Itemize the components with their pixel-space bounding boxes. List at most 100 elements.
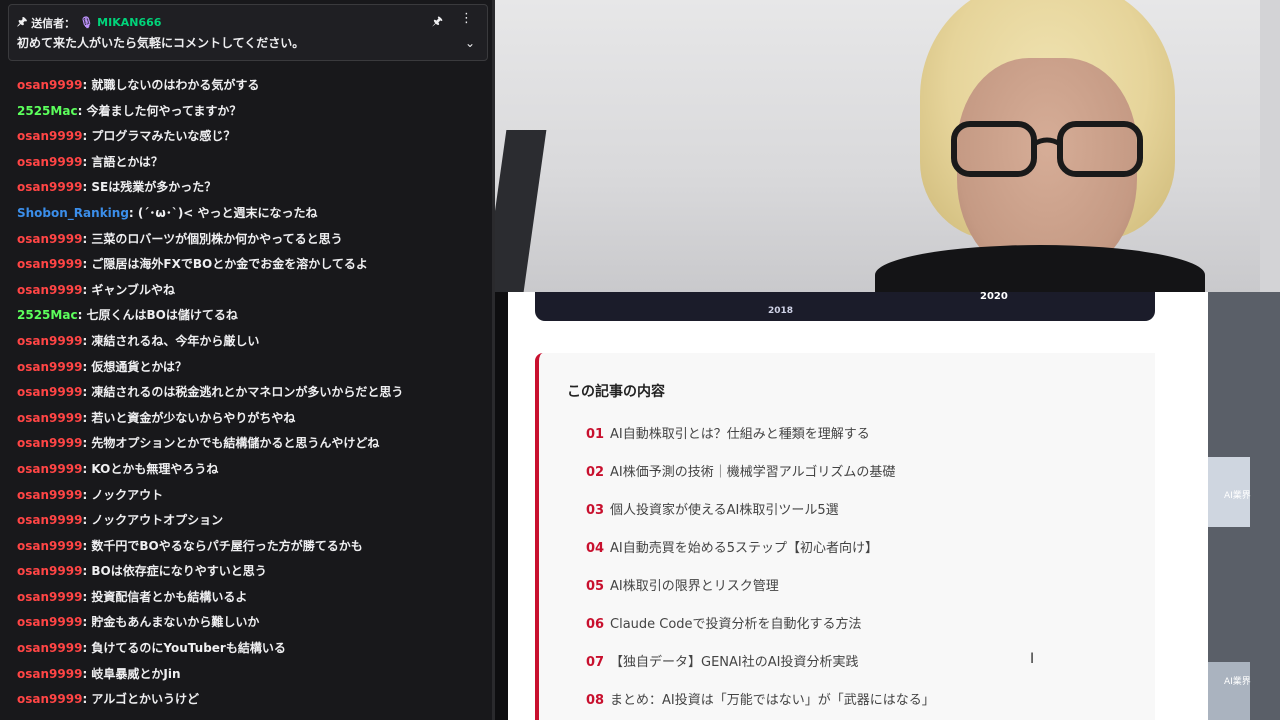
- more-options-icon[interactable]: ⋮: [460, 11, 473, 26]
- chat-text: : SEは残業が多かった？: [82, 180, 217, 195]
- chat-message: osan9999: BOは依存症になりやすいと思う: [17, 562, 487, 588]
- toc-link-text[interactable]: 【独自データ】GENAI社のAI投資分析実践: [610, 655, 858, 670]
- chat-message: osan9999: 三菜のロバーツが個別株か何かやってると思う: [17, 230, 487, 256]
- chat-username[interactable]: osan9999: [17, 129, 82, 143]
- mic-icon: 🎙: [79, 16, 94, 29]
- chat-username[interactable]: osan9999: [17, 283, 82, 297]
- chat-text: : 七原くんはBOは儲けてるね: [77, 308, 238, 323]
- chat-message: osan9999: KOとかも無理やろうね: [17, 460, 487, 486]
- chat-text: : 投資配信者とかも結構いるよ: [82, 589, 248, 604]
- chat-username[interactable]: 2525Mac: [17, 104, 78, 118]
- chat-text: : 今着ました何やってますか？: [77, 103, 242, 118]
- chat-text: : (´･ω･`)< やっと週末になったね: [128, 205, 318, 220]
- webcam-feed: [495, 0, 1280, 292]
- background-wall: [1260, 0, 1280, 292]
- chat-text: : ノックアウト: [82, 487, 164, 502]
- chat-username[interactable]: 2525Mac: [17, 308, 78, 322]
- toc-link-text[interactable]: まとめ：AI投資は「万能ではない」が「武器にはなる」: [610, 693, 935, 708]
- chat-username[interactable]: osan9999: [17, 232, 82, 246]
- chat-username[interactable]: osan9999: [17, 155, 82, 169]
- chat-text: : 岐阜暴威とかJin: [82, 666, 181, 681]
- chat-text: : 言語とかは？: [82, 154, 163, 169]
- toc-item[interactable]: 07 【独自データ】GENAI社のAI投資分析実践: [586, 652, 858, 674]
- side-card[interactable]: [1208, 662, 1250, 720]
- chat-text: : 就職しないのはわかる気がする: [82, 78, 260, 92]
- chevron-down-icon[interactable]: ⌄: [465, 36, 475, 50]
- chat-username[interactable]: osan9999: [17, 462, 82, 476]
- toc-link-text[interactable]: AI自動株取引とは？仕組みと種類を理解する: [610, 427, 870, 442]
- pinned-text: 初めて来た人がいたら気軽にコメントしてください。: [17, 36, 305, 50]
- chat-username[interactable]: osan9999: [17, 667, 82, 681]
- streamer-shirt: [875, 245, 1205, 292]
- chat-text: : 貯金もあんまないから難しいか: [82, 615, 260, 630]
- chat-message: osan9999: 岐阜暴威とかJin: [17, 665, 487, 691]
- toc-link-text[interactable]: Claude Codeで投資分析を自動化する方法: [610, 617, 862, 632]
- toc-item[interactable]: 01 AI自動株取引とは？仕組みと種類を理解する: [586, 424, 870, 446]
- chat-message: osan9999: 貯金もあんまないから難しいか: [17, 613, 487, 639]
- toc-item[interactable]: 05 AI株取引の限界とリスク管理: [586, 576, 779, 598]
- toc-link-text[interactable]: AI自動売買を始める5ステップ【初心者向け】: [610, 541, 878, 556]
- toc-link-text[interactable]: AI株取引の限界とリスク管理: [610, 579, 779, 594]
- chat-panel: 🖈 送信者： 🎙 MIKAN666 初めて来た人がいたら気軽にコメントしてくださ…: [0, 0, 495, 720]
- chat-text: : プログラマみたいな感じ？: [82, 129, 236, 144]
- toc-link-text[interactable]: AI株価予測の技術｜機械学習アルゴリズムの基礎: [610, 465, 895, 480]
- chat-text: : KOとかも無理やろうね: [82, 461, 219, 476]
- chat-username[interactable]: osan9999: [17, 564, 82, 578]
- chat-message: osan9999: SEは残業が多かった？: [17, 178, 487, 204]
- chart-tick: 2020: [980, 292, 1008, 302]
- chat-message-list: osan9999: 就職しないのはわかる気がする 2525Mac: 今着ました何や…: [17, 76, 487, 716]
- chat-message: osan9999: 凍結されるのは税金逃れとかマネロンが多いからだと思う: [17, 383, 487, 409]
- chat-text: : 仮想通貨とかは？: [82, 359, 187, 374]
- toc-title: この記事の内容: [567, 384, 665, 400]
- chat-username[interactable]: Shobon_Ranking: [17, 206, 129, 220]
- toc-item[interactable]: 03 個人投資家が使えるAI株取引ツール5選: [586, 500, 839, 522]
- chat-username[interactable]: osan9999: [17, 385, 82, 399]
- toc-item[interactable]: 08 まとめ：AI投資は「万能ではない」が「武器にはなる」: [586, 690, 935, 712]
- chat-username[interactable]: osan9999: [17, 257, 82, 271]
- chat-message: osan9999: 就職しないのはわかる気がする: [17, 76, 487, 102]
- toc-number: 01: [586, 427, 605, 442]
- chat-message: osan9999: 仮想通貨とかは？: [17, 358, 487, 384]
- chat-username[interactable]: osan9999: [17, 78, 82, 92]
- chat-text: : 先物オプションとかでも結構儲かると思うんやけどね: [82, 436, 380, 451]
- pinned-message: 🖈 送信者： 🎙 MIKAN666 初めて来た人がいたら気軽にコメントしてくださ…: [8, 4, 488, 61]
- toc-item[interactable]: 06 Claude Codeで投資分析を自動化する方法: [586, 614, 862, 636]
- chat-message: osan9999: 負けてるのにYouTuberも結構いる: [17, 639, 487, 665]
- chat-message: osan9999: アルゴとかいうけど: [17, 690, 487, 716]
- chat-username[interactable]: osan9999: [17, 513, 82, 527]
- toc-item[interactable]: 02 AI株価予測の技術｜機械学習アルゴリズムの基礎: [586, 462, 895, 484]
- chat-username[interactable]: osan9999: [17, 641, 82, 655]
- chat-username[interactable]: osan9999: [17, 334, 82, 348]
- chat-username[interactable]: osan9999: [17, 180, 82, 194]
- side-tag: AI業界: [1224, 491, 1251, 501]
- chat-username[interactable]: osan9999: [17, 692, 82, 706]
- chat-username[interactable]: osan9999: [17, 411, 82, 425]
- toc-number: 03: [586, 503, 605, 518]
- chat-text: : ノックアウトオプション: [82, 513, 224, 528]
- chat-username[interactable]: osan9999: [17, 488, 82, 502]
- chat-username[interactable]: osan9999: [17, 360, 82, 374]
- table-of-contents: この記事の内容 01 AI自動株取引とは？仕組みと種類を理解する 02 AI株価予測の…: [535, 353, 1155, 720]
- chat-message: osan9999: ノックアウト: [17, 486, 487, 512]
- toc-number: 07: [586, 655, 605, 670]
- chat-username[interactable]: osan9999: [17, 615, 82, 629]
- chat-username[interactable]: osan9999: [17, 539, 82, 553]
- pinned-sender[interactable]: MIKAN666: [97, 16, 161, 29]
- pin-small-icon: 🖈: [17, 15, 28, 28]
- chat-message: osan9999: ギャンブルやね: [17, 281, 487, 307]
- chat-text: : 三菜のロバーツが個別株か何かやってると思う: [82, 231, 343, 246]
- toc-item[interactable]: 04 AI自動売買を始める5ステップ【初心者向け】: [586, 538, 878, 560]
- toc-link-text[interactable]: 個人投資家が使えるAI株取引ツール5選: [610, 503, 839, 518]
- background-shelf: [495, 130, 547, 292]
- toc-number: 08: [586, 693, 605, 708]
- toc-number: 02: [586, 465, 605, 480]
- side-tag: AI業界: [1224, 677, 1251, 687]
- chat-username[interactable]: osan9999: [17, 590, 82, 604]
- chat-username[interactable]: osan9999: [17, 436, 82, 450]
- chat-text: : ギャンブルやね: [82, 282, 176, 297]
- chat-message: osan9999: 凍結されるね、今年から厳しい: [17, 332, 487, 358]
- article-page: 2018 2020 この記事の内容 01 AI自動株取引とは？仕組みと種類を理解す…: [508, 292, 1250, 720]
- chat-message: osan9999: プログラマみたいな感じ？: [17, 127, 487, 153]
- pin-icon[interactable]: 🖈: [432, 12, 443, 33]
- chat-message: Shobon_Ranking: (´･ω･`)< やっと週末になったね: [17, 204, 487, 230]
